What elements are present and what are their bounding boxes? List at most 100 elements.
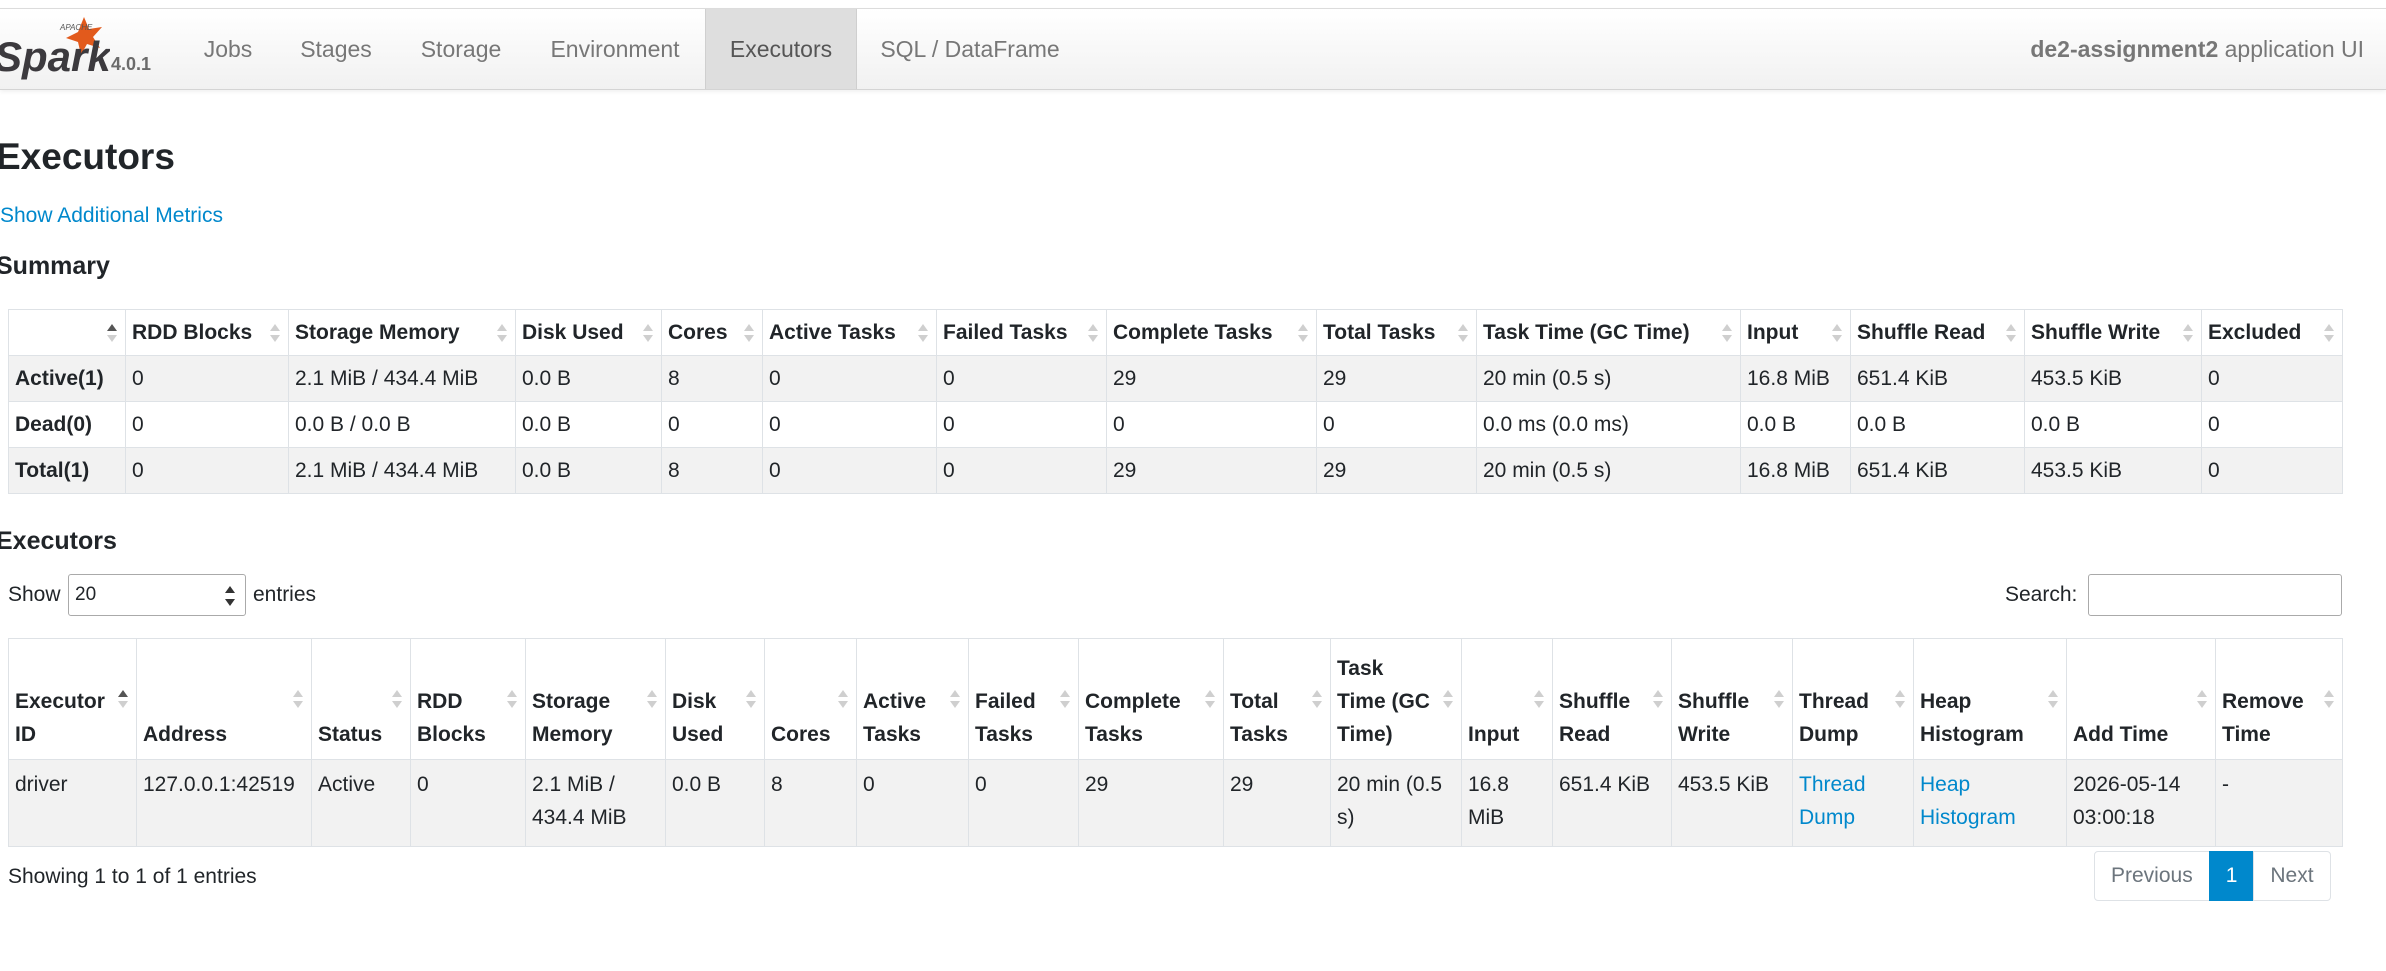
exec-header-rdd-blocks[interactable]: RDD Blocks — [410, 638, 526, 760]
top-navbar: APACHE Spark 4.0.1 Jobs Stages Storage E… — [0, 8, 2386, 90]
exec-header-task-time[interactable]: Task Time (GC Time) — [1330, 638, 1462, 760]
tab-jobs[interactable]: Jobs — [180, 9, 276, 89]
table-cell: 29 — [1223, 759, 1331, 847]
summary-header-shuffle-read[interactable]: Shuffle Read — [1850, 309, 2025, 356]
summary-cell: 0 — [762, 355, 937, 402]
summary-cell: 0 — [125, 447, 289, 494]
exec-header-thread-dump[interactable]: Thread Dump — [1792, 638, 1914, 760]
summary-cell: Dead(0) — [8, 401, 126, 448]
summary-header-storage-memory[interactable]: Storage Memory — [288, 309, 516, 356]
summary-header-total-tasks[interactable]: Total Tasks — [1316, 309, 1477, 356]
exec-header-active-tasks[interactable]: Active Tasks — [856, 638, 969, 760]
summary-cell: 0.0 B / 0.0 B — [288, 401, 516, 448]
tab-stages[interactable]: Stages — [282, 9, 390, 89]
summary-header-failed-tasks[interactable]: Failed Tasks — [936, 309, 1107, 356]
summary-cell: 29 — [1106, 355, 1317, 402]
summary-cell: 0 — [762, 401, 937, 448]
next-page-button[interactable]: Next — [2253, 851, 2331, 901]
spark-logo-icon: APACHE Spark — [0, 17, 110, 80]
summary-header-status[interactable] — [8, 309, 126, 356]
summary-header-active-tasks[interactable]: Active Tasks — [762, 309, 937, 356]
summary-cell: 8 — [661, 355, 763, 402]
exec-header-total-tasks[interactable]: Total Tasks — [1223, 638, 1331, 760]
sort-icon — [838, 689, 848, 709]
sort-icon — [107, 323, 117, 343]
show-additional-metrics-link[interactable]: Show Additional Metrics — [0, 204, 223, 228]
summary-header-complete-tasks[interactable]: Complete Tasks — [1106, 309, 1317, 356]
summary-header-shuffle-write[interactable]: Shuffle Write — [2024, 309, 2202, 356]
svg-text:APACHE: APACHE — [59, 23, 93, 32]
sort-icon — [1895, 689, 1905, 709]
sort-icon — [1298, 323, 1308, 343]
summary-cell: 0.0 B — [515, 447, 662, 494]
executors-table: Executor ID Address Status RDD Blocks St… — [8, 638, 2343, 847]
exec-header-disk-used[interactable]: Disk Used — [665, 638, 765, 760]
sort-icon — [950, 689, 960, 709]
exec-header-complete-tasks[interactable]: Complete Tasks — [1078, 638, 1224, 760]
summary-cell: 0.0 B — [1740, 401, 1851, 448]
summary-header-disk-used[interactable]: Disk Used — [515, 309, 662, 356]
sort-icon — [1205, 689, 1215, 709]
summary-table: RDD Blocks Storage Memory Disk Used Core… — [8, 309, 2343, 494]
exec-header-shuffle-read[interactable]: Shuffle Read — [1552, 638, 1672, 760]
table-cell: 0 — [968, 759, 1079, 847]
table-cell: 453.5 KiB — [1671, 759, 1793, 847]
sort-icon — [1653, 689, 1663, 709]
summary-cell: 0.0 ms (0.0 ms) — [1476, 401, 1741, 448]
exec-header-input[interactable]: Input — [1461, 638, 1553, 760]
exec-header-failed-tasks[interactable]: Failed Tasks — [968, 638, 1079, 760]
heap-histogram-link[interactable]: Heap Histogram — [1920, 773, 2016, 829]
exec-header-storage-memory[interactable]: Storage Memory — [525, 638, 666, 760]
tab-environment[interactable]: Environment — [532, 9, 698, 89]
summary-cell: 29 — [1106, 447, 1317, 494]
summary-cell: 0.0 B — [1850, 401, 2025, 448]
summary-cell: 0 — [936, 355, 1107, 402]
table-cell: 2026-05-14 03:00:18 — [2066, 759, 2216, 847]
show-label: Show — [8, 583, 61, 606]
page-length-select[interactable]: 20 — [68, 574, 246, 616]
summary-header-input[interactable]: Input — [1740, 309, 1851, 356]
tab-storage[interactable]: Storage — [400, 9, 522, 89]
sort-icon — [1458, 323, 1468, 343]
exec-header-add-time[interactable]: Add Time — [2066, 638, 2216, 760]
exec-header-address[interactable]: Address — [136, 638, 312, 760]
summary-header-excluded[interactable]: Excluded — [2201, 309, 2343, 356]
sort-icon — [643, 323, 653, 343]
exec-header-remove-time[interactable]: Remove Time — [2215, 638, 2343, 760]
summary-cell: 0 — [762, 447, 937, 494]
select-arrows-icon — [225, 586, 235, 606]
table-info: Showing 1 to 1 of 1 entries — [8, 865, 257, 888]
summary-cell: 0.0 B — [515, 401, 662, 448]
summary-header-task-time[interactable]: Task Time (GC Time) — [1476, 309, 1741, 356]
summary-cell: 20 min (0.5 s) — [1476, 447, 1741, 494]
tab-sql-dataframe[interactable]: SQL / DataFrame — [862, 9, 1078, 89]
sort-icon — [1722, 323, 1732, 343]
summary-header-cores[interactable]: Cores — [661, 309, 763, 356]
page-1-button[interactable]: 1 — [2208, 851, 2255, 901]
summary-header-rdd-blocks[interactable]: RDD Blocks — [125, 309, 289, 356]
exec-header-shuffle-write[interactable]: Shuffle Write — [1671, 638, 1793, 760]
sort-icon — [1774, 689, 1784, 709]
sort-icon — [1060, 689, 1070, 709]
sort-icon — [918, 323, 928, 343]
summary-cell: 0 — [2201, 355, 2343, 402]
table-cell: 2.1 MiB / 434.4 MiB — [525, 759, 666, 847]
exec-header-cores[interactable]: Cores — [764, 638, 857, 760]
summary-cell: 16.8 MiB — [1740, 355, 1851, 402]
previous-page-button[interactable]: Previous — [2094, 851, 2210, 901]
sort-icon — [1832, 323, 1842, 343]
tab-executors[interactable]: Executors — [705, 9, 857, 89]
thread-dump-link[interactable]: Thread Dump — [1799, 773, 1866, 829]
exec-header-status[interactable]: Status — [311, 638, 411, 760]
search-input[interactable] — [2088, 574, 2342, 616]
summary-cell: 0 — [125, 401, 289, 448]
exec-header-executor-id[interactable]: Executor ID — [8, 638, 137, 760]
sort-icon — [497, 323, 507, 343]
summary-cell: 651.4 KiB — [1850, 355, 2025, 402]
spark-logo[interactable]: APACHE Spark 4.0.1 — [0, 9, 170, 89]
sort-icon — [392, 689, 402, 709]
table-cell: Active — [311, 759, 411, 847]
summary-cell: 453.5 KiB — [2024, 355, 2202, 402]
table-cell: 0 — [856, 759, 969, 847]
exec-header-heap-histogram[interactable]: Heap Histogram — [1913, 638, 2067, 760]
